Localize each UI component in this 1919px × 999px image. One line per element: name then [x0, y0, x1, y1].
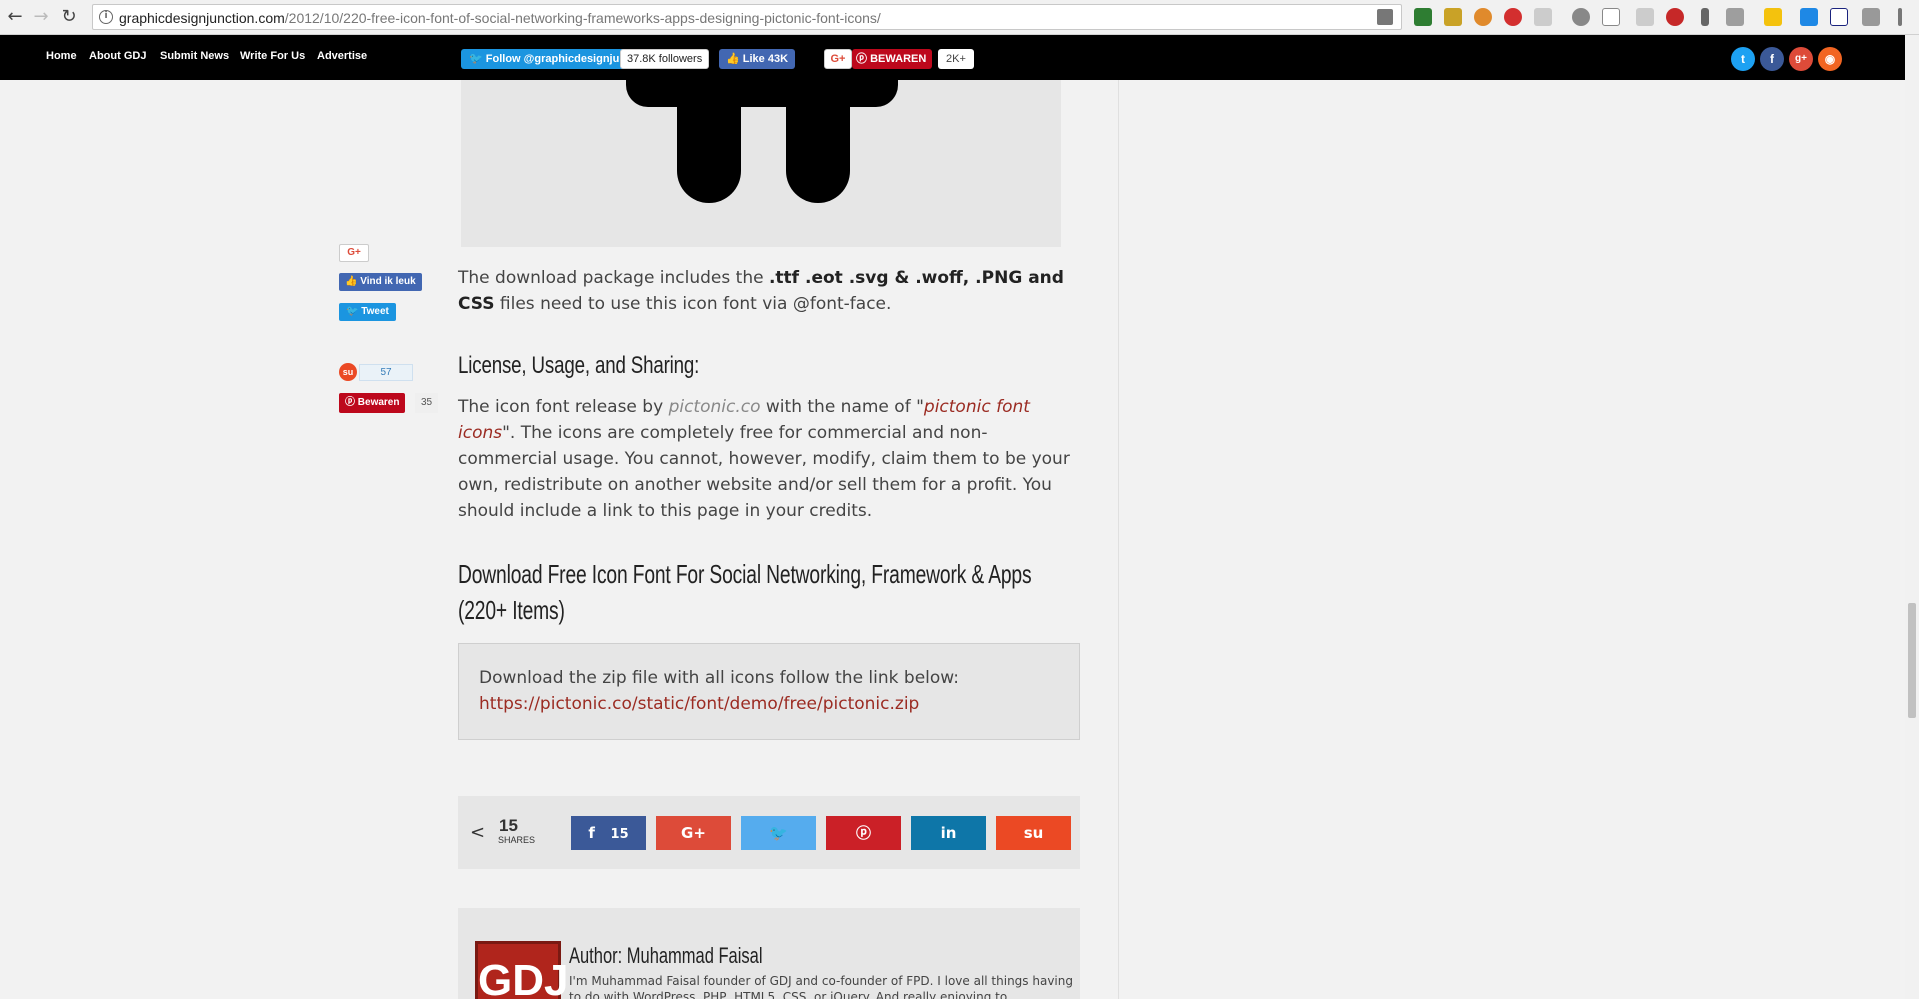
facebook-icon: f: [588, 824, 595, 842]
article-image: [461, 80, 1061, 247]
nav-about[interactable]: About GDJ: [89, 50, 146, 62]
share-panel: < 15 SHARES f 15 G+ 🐦 ⓟ in su: [458, 796, 1080, 869]
extension-icon[interactable]: [1636, 8, 1654, 26]
paragraph-download-package: The download package includes the .ttf .…: [458, 268, 1064, 314]
opera-extension-icon[interactable]: [1504, 8, 1522, 26]
share-gplus-button[interactable]: G+: [656, 816, 731, 850]
stumbleupon-icon: su: [1023, 824, 1044, 842]
icon-shape: [626, 80, 898, 107]
facebook-like-button[interactable]: 👍 Like 43K: [719, 49, 796, 69]
author-avatar: GDJ: [475, 941, 568, 999]
share-stumbleupon-button[interactable]: su: [996, 816, 1071, 850]
recycle-icon[interactable]: [1572, 8, 1590, 26]
address-bar[interactable]: i graphicdesignjunction.com/2012/10/220-…: [92, 4, 1402, 30]
gplus-circle-icon[interactable]: g+: [1789, 47, 1813, 71]
float-gplus-button[interactable]: G+: [339, 244, 369, 262]
url-text: graphicdesignjunction.com/2012/10/220-fr…: [119, 10, 881, 26]
icon-shape: [786, 90, 850, 203]
extension-icon[interactable]: [1800, 8, 1818, 26]
thumbs-up-icon: 👍: [345, 276, 361, 287]
twitter-follow-button[interactable]: 🐦 Follow @graphicdesignju: [461, 49, 628, 69]
link-pictonic[interactable]: pictonic.co: [669, 397, 761, 417]
page-scrollbar[interactable]: [1905, 35, 1919, 999]
extension-icon[interactable]: [1444, 8, 1462, 26]
share-total: 15: [499, 816, 518, 835]
info-icon[interactable]: i: [99, 10, 113, 24]
author-bio: I'm Muhammad Faisal founder of GDJ and c…: [569, 974, 1073, 999]
share-label: SHARES: [498, 835, 536, 845]
facebook-circle-icon[interactable]: f: [1760, 47, 1784, 71]
sidebar-divider: [1118, 80, 1119, 999]
pinterest-save-button[interactable]: ⓟ BEWAREN: [852, 49, 933, 69]
heading-download: Download Free Icon Font For Social Netwo…: [458, 559, 1032, 625]
float-pinterest-save-button[interactable]: ⓟ Bewaren: [339, 393, 406, 413]
linkedin-icon: in: [940, 824, 957, 842]
rss-circle-icon[interactable]: ◉: [1818, 47, 1842, 71]
twitter-icon: 🐦: [346, 306, 362, 317]
download-extension-icon[interactable]: [1414, 8, 1432, 26]
float-tweet-button[interactable]: 🐦 Tweet: [339, 303, 396, 321]
paragraph-license: The icon font release by pictonic.co wit…: [458, 397, 1070, 521]
stumbleupon-count: 57: [359, 364, 413, 381]
site-header-bar: Home About GDJ Submit News Write For Us …: [0, 35, 1905, 80]
nav-advertise[interactable]: Advertise: [317, 50, 367, 62]
pinterest-count: 2K+: [938, 49, 974, 69]
nav-submit-news[interactable]: Submit News: [160, 50, 229, 62]
icon-shape: [677, 90, 741, 203]
stumbleupon-icon[interactable]: su: [339, 363, 357, 381]
author-name: Author: Muhammad Faisal: [569, 943, 763, 968]
pinterest-icon: ⓟ: [855, 824, 871, 842]
download-link[interactable]: https://pictonic.co/static/font/demo/fre…: [479, 694, 919, 714]
float-pinterest-count: 35: [415, 393, 439, 413]
back-icon[interactable]: ←: [4, 6, 26, 28]
extension-icon[interactable]: [1534, 8, 1552, 26]
page-content: G+ 👍 Vind ik leuk 🐦 Tweet su 57 ⓟ Beware…: [0, 80, 1905, 999]
microphone-icon[interactable]: [1701, 8, 1709, 26]
camera-icon[interactable]: [1862, 8, 1880, 26]
author-box: GDJ Author: Muhammad Faisal I'm Muhammad…: [458, 908, 1080, 999]
share-pinterest-button[interactable]: ⓟ: [826, 816, 901, 850]
float-facebook-like-button[interactable]: 👍 Vind ik leuk: [339, 273, 422, 291]
download-box: Download the zip file with all icons fol…: [458, 643, 1080, 740]
extension-icon[interactable]: [1764, 8, 1782, 26]
share-twitter-button[interactable]: 🐦: [741, 816, 816, 850]
forward-icon[interactable]: →: [30, 6, 52, 28]
extension-icon[interactable]: [1830, 8, 1848, 26]
twitter-follower-count: 37.8K followers: [620, 49, 710, 69]
share-icon: <: [470, 822, 486, 843]
translate-icon[interactable]: [1377, 9, 1393, 25]
nav-write-for-us[interactable]: Write For Us: [240, 50, 305, 62]
gplus-icon: G+: [681, 824, 706, 842]
extension-icon[interactable]: [1474, 8, 1492, 26]
twitter-icon: 🐦: [769, 824, 788, 842]
extension-icon[interactable]: [1666, 8, 1684, 26]
gplus-button[interactable]: G+: [824, 49, 852, 69]
twitter-icon: 🐦: [469, 53, 486, 65]
heading-license: License, Usage, and Sharing:: [458, 352, 700, 379]
scrollbar-thumb[interactable]: [1908, 603, 1916, 718]
share-facebook-button[interactable]: f 15: [571, 816, 646, 850]
nav-home[interactable]: Home: [46, 50, 77, 62]
reload-icon[interactable]: ↻: [58, 6, 80, 28]
download-text: Download the zip file with all icons fol…: [479, 668, 959, 688]
pinterest-icon: ⓟ: [856, 53, 871, 65]
bookmark-star-icon[interactable]: [1602, 8, 1620, 26]
pinterest-icon: ⓟ: [345, 397, 358, 408]
twitter-circle-icon[interactable]: t: [1731, 47, 1755, 71]
thumbs-up-icon: 👍: [726, 53, 743, 65]
menu-icon[interactable]: [1898, 8, 1902, 26]
js-extension-icon[interactable]: [1726, 8, 1744, 26]
browser-toolbar: ← → ↻ i graphicdesignjunction.com/2012/1…: [0, 0, 1919, 35]
share-linkedin-button[interactable]: in: [911, 816, 986, 850]
